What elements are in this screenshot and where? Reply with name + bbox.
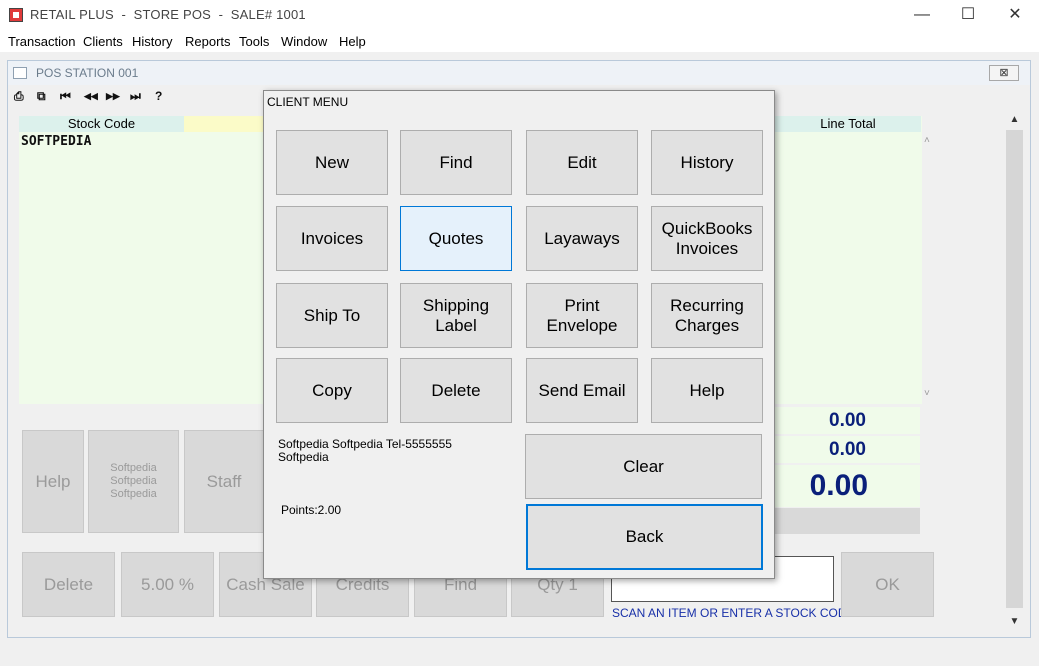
column-header-stock-code: Stock Code: [19, 116, 184, 132]
app-icon: [9, 8, 23, 22]
print-icon[interactable]: ⎙: [14, 89, 24, 104]
total-footer: [774, 508, 920, 534]
scrollbar-thumb[interactable]: [1006, 130, 1023, 608]
send-email-button[interactable]: Send Email: [526, 358, 638, 423]
dialog-title: CLIENT MENU: [267, 95, 349, 109]
client-help-button[interactable]: Help: [651, 358, 763, 423]
menu-tools[interactable]: Tools: [239, 34, 269, 49]
print-envelope-button[interactable]: Print Envelope: [526, 283, 638, 348]
subtotal-value: 0.00: [774, 407, 920, 434]
prev-record-icon[interactable]: ◀◀: [84, 91, 98, 102]
staff-button[interactable]: Staff: [184, 430, 264, 533]
clear-button[interactable]: Clear: [525, 434, 762, 499]
edit-client-button[interactable]: Edit: [526, 130, 638, 195]
help-button[interactable]: Help: [22, 430, 84, 533]
last-record-icon[interactable]: ⏭: [130, 89, 141, 104]
layaways-button[interactable]: Layaways: [526, 206, 638, 271]
quickbooks-invoices-button[interactable]: QuickBooks Invoices: [651, 206, 763, 271]
menu-history[interactable]: History: [132, 34, 172, 49]
recurring-charges-button[interactable]: Recurring Charges: [651, 283, 763, 348]
pos-close-button[interactable]: ⊠: [989, 65, 1019, 81]
delete-client-button[interactable]: Delete: [400, 358, 512, 423]
pos-title-bar: [8, 61, 1030, 85]
menu-transaction[interactable]: Transaction: [8, 34, 75, 49]
help-icon[interactable]: ?: [155, 89, 162, 103]
invoices-button[interactable]: Invoices: [276, 206, 388, 271]
menu-bar: Transaction Clients History Reports Tool…: [0, 32, 1039, 52]
shipping-label-button[interactable]: Shipping Label: [400, 283, 512, 348]
delete-line-button[interactable]: Delete: [22, 552, 115, 617]
grand-total-value: 0.00: [774, 465, 920, 507]
back-button[interactable]: Back: [526, 504, 763, 570]
first-record-icon[interactable]: ⏮: [60, 89, 71, 104]
next-record-icon[interactable]: ▶▶: [106, 91, 120, 102]
tax-value: 0.00: [774, 436, 920, 463]
new-client-button[interactable]: New: [276, 130, 388, 195]
window-icon: [13, 67, 27, 79]
client-history-button[interactable]: History: [651, 130, 763, 195]
client-info-button[interactable]: Softpedia Softpedia Softpedia: [88, 430, 179, 533]
client-points-text: Points:2.00: [281, 503, 342, 517]
menu-window[interactable]: Window: [281, 34, 327, 49]
window-title: RETAIL PLUS - STORE POS - SALE# 1001: [30, 7, 306, 22]
copy-client-button[interactable]: Copy: [276, 358, 388, 423]
quotes-button[interactable]: Quotes: [400, 206, 512, 271]
scan-hint-label: SCAN AN ITEM OR ENTER A STOCK CODE: [612, 606, 855, 620]
menu-clients[interactable]: Clients: [83, 34, 123, 49]
grid-scroll-up-icon[interactable]: ˄: [924, 135, 930, 146]
ok-button[interactable]: OK: [841, 552, 934, 617]
column-header-line-total: Line Total: [775, 116, 921, 132]
menu-help[interactable]: Help: [339, 34, 366, 49]
scroll-down-icon[interactable]: ▼: [1006, 616, 1023, 627]
copy-icon[interactable]: ⧉: [37, 89, 46, 104]
column-header-description: [184, 116, 264, 132]
grid-scroll-down-icon[interactable]: ˅: [924, 388, 930, 399]
scroll-up-icon[interactable]: ▲: [1006, 114, 1023, 125]
maximize-button[interactable]: ☐: [945, 0, 991, 32]
discount-button[interactable]: 5.00 %: [121, 552, 214, 617]
grid-cell-stock-code[interactable]: SOFTPEDIA: [21, 134, 91, 149]
pos-window-title: POS STATION 001: [36, 66, 139, 80]
close-button[interactable]: ✕: [992, 0, 1038, 32]
minimize-button[interactable]: —: [899, 0, 945, 32]
find-client-button[interactable]: Find: [400, 130, 512, 195]
ship-to-button[interactable]: Ship To: [276, 283, 388, 348]
client-info-text: Softpedia Softpedia Tel-5555555 Softpedi…: [278, 437, 452, 464]
menu-reports[interactable]: Reports: [185, 34, 231, 49]
